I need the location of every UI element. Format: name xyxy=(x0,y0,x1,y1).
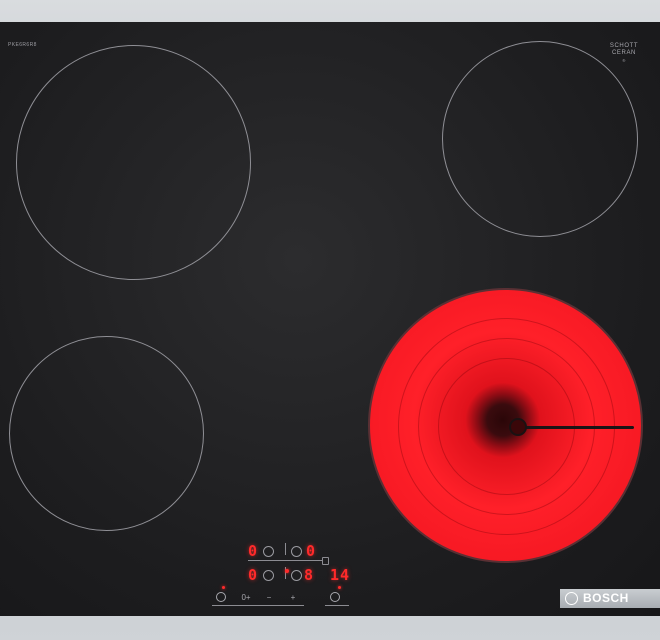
zone-display-bottom-right: 8 xyxy=(304,566,315,584)
cooking-zone-rear-right xyxy=(442,41,638,237)
power-indicator-light xyxy=(222,586,225,589)
timer-clock-icon[interactable] xyxy=(330,592,340,602)
zone-display-top-left: 0 xyxy=(248,542,259,560)
plus-button[interactable]: + xyxy=(286,592,300,604)
ceran-label: CERAN xyxy=(611,50,636,56)
schott-label: SCHOTT xyxy=(609,43,639,49)
brand-logo-text: BOSCH xyxy=(583,591,629,605)
control-strip-line xyxy=(212,605,304,606)
power-icon[interactable] xyxy=(216,592,226,602)
display-divider xyxy=(248,560,322,561)
zone-ring-icon xyxy=(291,570,302,581)
control-strip-line xyxy=(325,605,349,606)
schott-ceran-logo: SCHOTT CERAN ® xyxy=(604,43,644,64)
minus-button[interactable]: − xyxy=(262,592,276,604)
display-divider xyxy=(285,543,286,555)
bosch-armature-icon xyxy=(565,592,578,605)
active-zone-indicator xyxy=(285,569,289,573)
zone-ring-icon xyxy=(263,546,274,557)
zone-select-button[interactable]: 0+ xyxy=(238,592,254,604)
heating-element-center xyxy=(509,418,527,436)
model-code-label: PKE6R6R8 xyxy=(8,42,37,48)
zone-display-top-right: 0 xyxy=(306,542,317,560)
zone-ring-icon xyxy=(291,546,302,557)
cooking-zone-rear-left xyxy=(9,336,204,531)
timer-indicator-light xyxy=(338,586,341,589)
child-lock-icon[interactable] xyxy=(322,557,329,565)
zone-ring-icon xyxy=(263,570,274,581)
cooking-zone-front-left xyxy=(16,45,251,280)
timer-display: 14 xyxy=(330,566,351,584)
heating-element-lead xyxy=(516,426,634,429)
zone-display-bottom-left: 0 xyxy=(248,566,259,584)
registered-mark: ® xyxy=(622,58,626,63)
